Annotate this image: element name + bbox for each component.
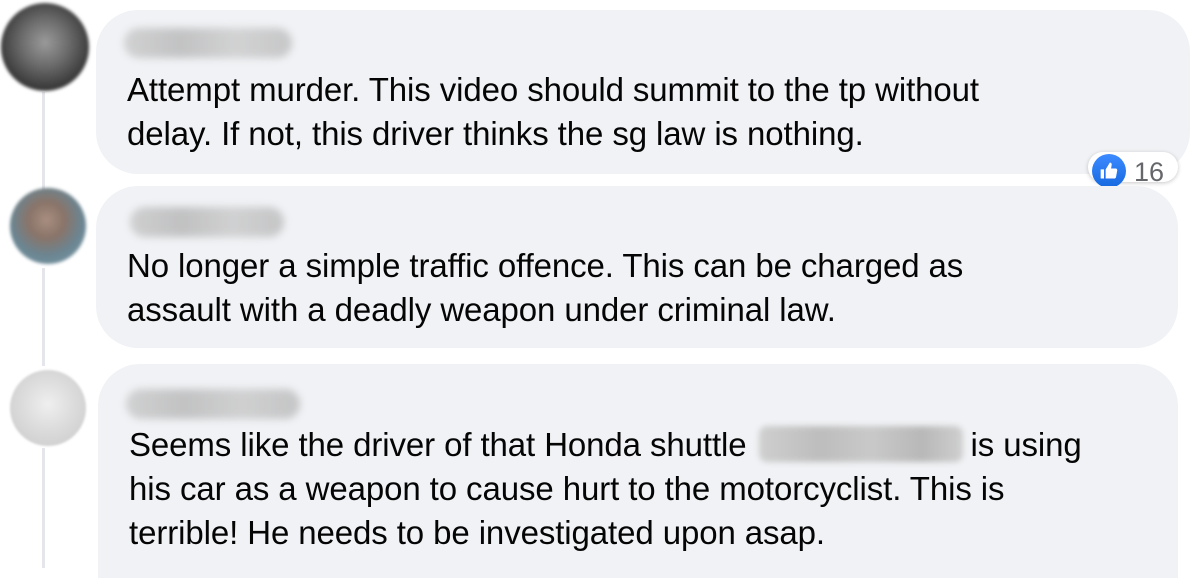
- comment-text-line: delay. If not, this driver thinks the sg…: [127, 115, 864, 152]
- author-name-redacted[interactable]: [130, 207, 284, 237]
- comment-text-segment: is using: [970, 426, 1082, 463]
- avatar[interactable]: [10, 188, 86, 264]
- comment-text-line: No longer a simple traffic offence. This…: [127, 247, 964, 284]
- author-name-redacted[interactable]: [126, 389, 300, 419]
- license-plate-redacted: [758, 426, 963, 462]
- thread-line: [42, 92, 45, 192]
- reaction-count: 16: [1134, 156, 1165, 187]
- avatar[interactable]: [10, 370, 86, 446]
- comment-text-line: assault with a deadly weapon under crimi…: [127, 291, 836, 328]
- avatar[interactable]: [1, 3, 89, 91]
- author-name-redacted[interactable]: [124, 28, 292, 58]
- comment-text-segment: Seems like the driver of that Honda shut…: [129, 426, 747, 463]
- reaction-summary[interactable]: 16: [1088, 152, 1179, 188]
- comment-text-line: Attempt murder. This video should summit…: [127, 71, 979, 108]
- comment-text-line: Seems like the driver of that Honda shut…: [129, 423, 1082, 467]
- thread-line: [42, 268, 45, 366]
- comment-text-line: his car as a weapon to cause hurt to the…: [129, 470, 1005, 507]
- like-icon: [1092, 154, 1126, 188]
- comment-text-line: terrible! He needs to be investigated up…: [129, 514, 825, 551]
- thread-line: [42, 448, 45, 568]
